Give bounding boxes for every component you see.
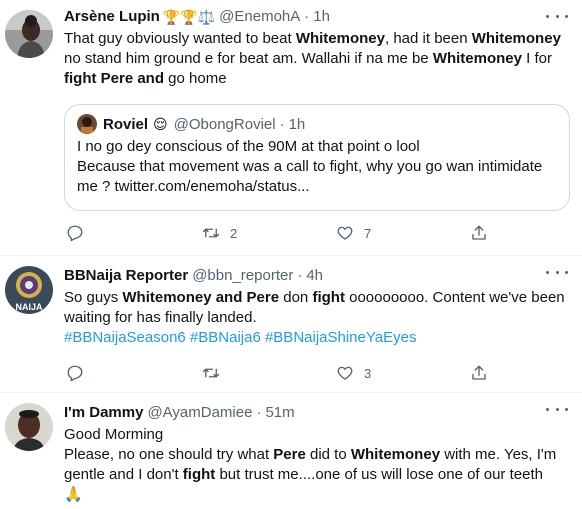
- quoted-tweet-header: Roviel 😌 @ObongRoviel · 1h: [77, 114, 305, 134]
- retweet-icon: [202, 228, 220, 238]
- tweet-header: BBNaija Reporter @bbn_reporter · 4h: [64, 266, 572, 286]
- tweet-text: So guys Whitemoney and Pere don fight oo…: [64, 289, 565, 326]
- more-icon[interactable]: [546, 264, 568, 280]
- avatar[interactable]: [5, 10, 53, 58]
- reply-button[interactable]: [66, 223, 94, 243]
- reply-icon: [67, 225, 83, 242]
- more-icon[interactable]: [546, 8, 568, 24]
- tweet-arsene-lupin[interactable]: Arsène Lupin 🏆🏆⚖️ @EnemohA · 1h That guy…: [0, 0, 582, 256]
- quoted-timestamp: 1h: [288, 115, 306, 133]
- user-handle[interactable]: @EnemohA: [219, 7, 300, 27]
- quoted-display-name: Roviel: [103, 115, 149, 133]
- share-icon: [472, 365, 486, 380]
- tweet-actions: 2 7: [64, 223, 504, 243]
- reply-button[interactable]: [66, 363, 94, 383]
- tweet-header: Arsène Lupin 🏆🏆⚖️ @EnemohA · 1h: [64, 7, 572, 27]
- like-count: 3: [364, 365, 372, 381]
- quoted-emoji: 😌: [153, 115, 168, 132]
- share-button[interactable]: [470, 223, 488, 243]
- display-name[interactable]: BBNaija Reporter: [64, 266, 188, 286]
- reply-icon: [67, 365, 83, 382]
- quoted-tweet[interactable]: Roviel 😌 @ObongRoviel · 1h I no go dey c…: [64, 104, 570, 211]
- avatar[interactable]: NAIJA: [5, 266, 53, 314]
- separator-dot: ·: [297, 267, 303, 284]
- quoted-handle: @ObongRoviel: [173, 115, 276, 133]
- separator-dot: ·: [256, 404, 262, 421]
- timestamp[interactable]: 4h: [306, 266, 323, 286]
- tweet-text: Please, no one should try what Pere did …: [64, 446, 557, 483]
- quoted-tweet-text: I no go dey conscious of the 90M at that…: [77, 138, 543, 195]
- timestamp[interactable]: 51m: [265, 403, 294, 423]
- retweet-icon: [202, 368, 220, 378]
- tweet-text-line: Good Morming: [64, 426, 164, 443]
- like-icon: [337, 366, 353, 380]
- retweet-button[interactable]: [202, 363, 230, 383]
- like-button[interactable]: 3: [336, 363, 371, 383]
- more-icon[interactable]: [546, 401, 568, 417]
- like-count: 7: [364, 225, 372, 241]
- quoted-avatar: [77, 114, 97, 134]
- share-icon: [472, 225, 486, 240]
- display-name[interactable]: Arsène Lupin: [64, 7, 160, 27]
- retweet-button[interactable]: 2: [202, 223, 237, 243]
- praying-hands-emoji: 🙏: [64, 486, 83, 503]
- share-button[interactable]: [470, 363, 488, 383]
- timestamp[interactable]: 1h: [313, 7, 330, 27]
- avatar[interactable]: [5, 403, 53, 451]
- tweet-header: I'm Dammy @AyamDamiee · 51m: [64, 403, 572, 423]
- tweet-actions: 3: [64, 363, 504, 383]
- display-name[interactable]: I'm Dammy: [64, 403, 143, 423]
- hashtags[interactable]: #BBNaijaSeason6 #BBNaija6 #BBNaijaShineY…: [64, 328, 572, 348]
- tweet-text: That guy obviously wanted to beat Whitem…: [64, 30, 561, 87]
- avatar-label: NAIJA: [15, 302, 43, 312]
- user-handle[interactable]: @bbn_reporter: [192, 266, 293, 286]
- retweet-count: 2: [230, 225, 238, 241]
- separator-dot: ·: [279, 115, 285, 133]
- like-icon: [337, 226, 353, 240]
- badge-emojis: 🏆🏆⚖️: [162, 9, 216, 25]
- separator-dot: ·: [304, 8, 310, 25]
- tweet-bbnaija-reporter[interactable]: NAIJA BBNaija Reporter @bbn_reporter · 4…: [0, 256, 582, 393]
- user-handle[interactable]: @AyamDamiee: [147, 403, 252, 423]
- tweet-im-dammy[interactable]: I'm Dammy @AyamDamiee · 51m Good Morming…: [0, 393, 582, 509]
- like-button[interactable]: 7: [336, 223, 371, 243]
